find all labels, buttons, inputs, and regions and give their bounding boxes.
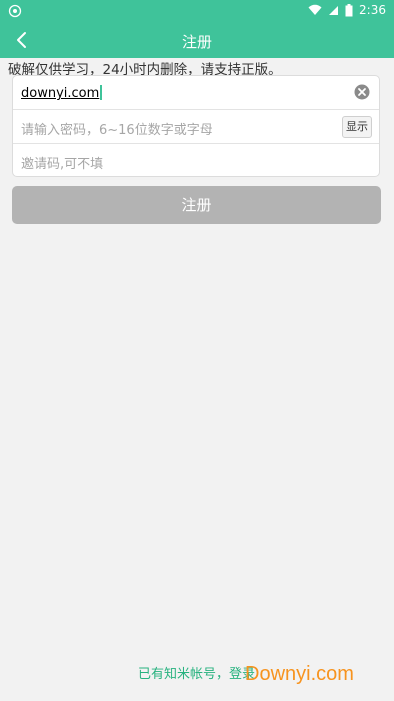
show-password-button[interactable]: 显示 [342,116,372,138]
title-bar: 注册 [0,22,394,58]
page-title: 注册 [181,33,212,51]
username-row[interactable]: downyi.com [13,76,379,110]
cell-signal-icon [329,5,339,15]
clock: 2:36 [359,3,386,17]
login-link[interactable]: 已有知米帐号，登录 [138,663,255,682]
password-field[interactable]: 请输入密码，6~16位数字或字母 [21,119,213,138]
password-row[interactable]: 请输入密码，6~16位数字或字母 显示 [13,110,379,144]
status-icons: 2:36 [308,3,386,17]
clear-icon[interactable] [354,84,370,100]
invite-code-field[interactable]: 邀请码,可不填 [21,153,103,172]
wifi-icon [308,4,322,15]
register-form: downyi.com 请输入密码，6~16位数字或字母 显示 邀请码,可不填 [12,75,380,177]
username-value: downyi.com [21,86,100,101]
register-button[interactable]: 注册 [12,186,381,224]
invite-row[interactable]: 邀请码,可不填 [13,144,379,178]
text-cursor [100,85,102,100]
battery-icon [345,3,353,16]
app-notification-icon [8,4,22,18]
watermark: Downyi.com [245,663,354,685]
username-field[interactable]: downyi.com [21,85,102,101]
status-bar: 2:36 [0,0,394,22]
